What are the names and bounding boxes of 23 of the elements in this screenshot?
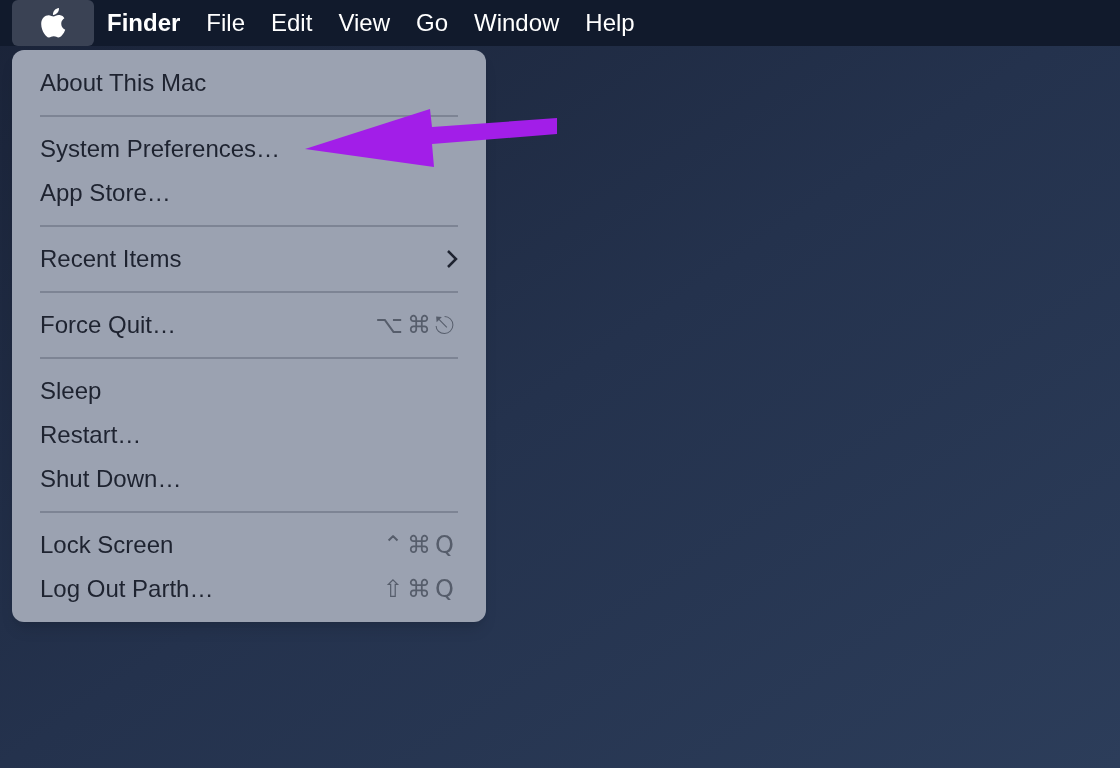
menu-item[interactable]: Sleep bbox=[12, 369, 486, 413]
menu-bar-item[interactable]: Edit bbox=[258, 0, 326, 46]
apple-menu-button[interactable] bbox=[12, 0, 94, 46]
menu-bar-item[interactable]: Help bbox=[572, 0, 648, 46]
menu-bar-item[interactable]: Window bbox=[461, 0, 573, 46]
menu-item[interactable]: Shut Down… bbox=[12, 457, 486, 501]
app-name-menu[interactable]: Finder bbox=[94, 0, 194, 46]
keyboard-shortcut: ⇧⌘Q bbox=[383, 574, 458, 605]
menu-item[interactable]: Force Quit… ⌥⌘⎋ bbox=[12, 303, 486, 347]
menu-item[interactable]: App Store… bbox=[12, 171, 486, 215]
menu-item[interactable]: System Preferences… bbox=[12, 127, 486, 171]
keyboard-shortcut: ⌃⌘Q bbox=[383, 530, 458, 561]
menu-item[interactable]: Recent Items bbox=[12, 237, 486, 281]
menu-bar-item[interactable]: Go bbox=[402, 0, 461, 46]
menu-item[interactable]: Restart… bbox=[12, 413, 486, 457]
keyboard-shortcut: ⌥⌘⎋ bbox=[375, 310, 458, 341]
menu-bar-item[interactable]: File bbox=[193, 0, 258, 46]
menu-item[interactable]: Lock Screen ⌃⌘Q bbox=[12, 523, 486, 567]
menu-item[interactable]: Log Out Parth… ⇧⌘Q bbox=[12, 567, 486, 611]
menu-bar-item[interactable]: View bbox=[325, 0, 403, 46]
menu-item[interactable]: About This Mac bbox=[12, 61, 486, 105]
apple-logo-icon bbox=[40, 8, 66, 38]
chevron-right-icon bbox=[446, 249, 458, 269]
